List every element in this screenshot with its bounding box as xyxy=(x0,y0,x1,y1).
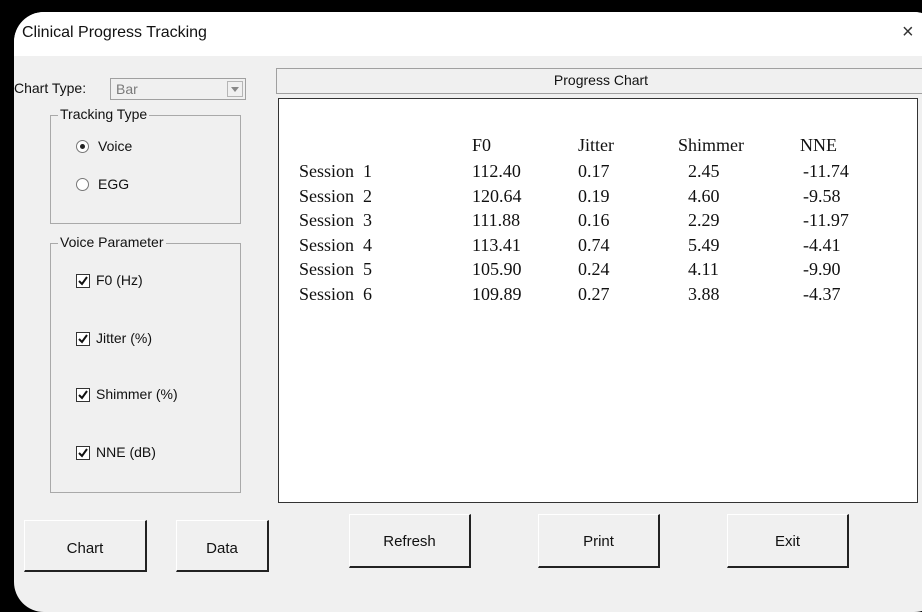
cell-f0: 120.64 xyxy=(472,185,522,206)
progress-data-panel: F0 Jitter Shimmer NNE Session 1 112.40 0.1… xyxy=(278,98,918,503)
exit-button-label: Exit xyxy=(774,533,800,550)
f0-checkbox[interactable] xyxy=(76,274,90,288)
cell-jitter: 0.16 xyxy=(578,210,610,230)
cell-shimmer: 2.29 xyxy=(688,210,720,230)
cell-nne: -11.74 xyxy=(803,161,849,181)
progress-chart-header: Progress Chart xyxy=(276,68,922,94)
cell-jitter: 0.24 xyxy=(578,259,610,279)
session-label: Session 5 xyxy=(299,259,373,279)
voice-radio[interactable] xyxy=(76,140,89,153)
print-button-label: Print xyxy=(583,533,614,550)
checkmark-icon xyxy=(78,390,88,400)
cell-shimmer: 3.88 xyxy=(688,283,720,304)
cell-shimmer: 4.11 xyxy=(688,259,719,279)
f0-checkbox-label[interactable]: F0 (Hz) xyxy=(96,272,143,288)
dialog-window: Clinical Progress Tracking × Chart Type:… xyxy=(14,12,922,612)
cell-nne: -4.37 xyxy=(803,283,841,304)
chart-type-select[interactable]: Bar xyxy=(110,78,246,100)
chevron-down-icon[interactable] xyxy=(227,81,243,97)
window-title: Clinical Progress Tracking xyxy=(22,24,207,41)
data-button-label: Data xyxy=(206,540,238,557)
shimmer-checkbox[interactable] xyxy=(76,388,90,402)
refresh-button[interactable]: Refresh xyxy=(349,514,471,568)
cell-f0: 112.40 xyxy=(472,161,521,181)
chart-button-label: Chart xyxy=(66,540,104,557)
column-header-jitter: Jitter xyxy=(578,135,614,155)
cell-f0: 105.90 xyxy=(472,259,522,279)
progress-chart-title: Progress Chart xyxy=(553,72,649,88)
column-header-shimmer: Shimmer xyxy=(678,135,744,155)
session-label: Session 4 xyxy=(299,234,373,255)
tracking-type-group xyxy=(50,115,241,224)
cell-jitter: 0.17 xyxy=(578,161,610,181)
session-label: Session 6 xyxy=(299,283,373,304)
jitter-checkbox[interactable] xyxy=(76,332,90,346)
chart-button[interactable]: Chart xyxy=(24,520,147,572)
checkmark-icon xyxy=(78,448,88,458)
shimmer-checkbox-label[interactable]: Shimmer (%) xyxy=(96,386,178,402)
voice-parameter-label: Voice Parameter xyxy=(58,234,166,250)
cell-f0: 111.88 xyxy=(472,210,521,230)
column-header-f0: F0 xyxy=(472,135,492,155)
cell-nne: -11.97 xyxy=(803,210,849,230)
title-bar: Clinical Progress Tracking × xyxy=(14,12,922,56)
session-label: Session 2 xyxy=(299,185,373,206)
cell-f0: 109.89 xyxy=(472,283,522,304)
cell-shimmer: 5.49 xyxy=(688,234,720,255)
cell-nne: -4.41 xyxy=(803,234,841,255)
cell-jitter: 0.74 xyxy=(578,234,610,255)
checkmark-icon xyxy=(78,334,88,344)
jitter-checkbox-label[interactable]: Jitter (%) xyxy=(96,330,152,346)
refresh-button-label: Refresh xyxy=(383,533,436,550)
print-button[interactable]: Print xyxy=(538,514,660,568)
cell-f0: 113.41 xyxy=(472,234,521,255)
session-label: Session 1 xyxy=(299,161,373,181)
cell-jitter: 0.19 xyxy=(578,185,610,206)
data-button[interactable]: Data xyxy=(176,520,269,572)
tracking-type-label: Tracking Type xyxy=(58,106,150,122)
chart-type-label: Chart Type: xyxy=(14,80,87,96)
cell-nne: -9.90 xyxy=(803,259,841,279)
checkmark-icon xyxy=(78,276,88,286)
egg-radio-label[interactable]: EGG xyxy=(98,176,129,192)
nne-checkbox-label[interactable]: NNE (dB) xyxy=(96,444,156,460)
egg-radio[interactable] xyxy=(76,178,89,191)
cell-nne: -9.58 xyxy=(803,185,841,206)
exit-button[interactable]: Exit xyxy=(727,514,849,568)
cell-shimmer: 4.60 xyxy=(688,185,720,206)
cell-jitter: 0.27 xyxy=(578,283,610,304)
close-icon[interactable]: × xyxy=(902,21,914,44)
voice-radio-label[interactable]: Voice xyxy=(98,138,132,154)
cell-shimmer: 2.45 xyxy=(688,161,720,181)
chart-type-value: Bar xyxy=(116,81,138,97)
nne-checkbox[interactable] xyxy=(76,446,90,460)
session-label: Session 3 xyxy=(299,210,373,230)
column-header-nne: NNE xyxy=(800,135,837,155)
